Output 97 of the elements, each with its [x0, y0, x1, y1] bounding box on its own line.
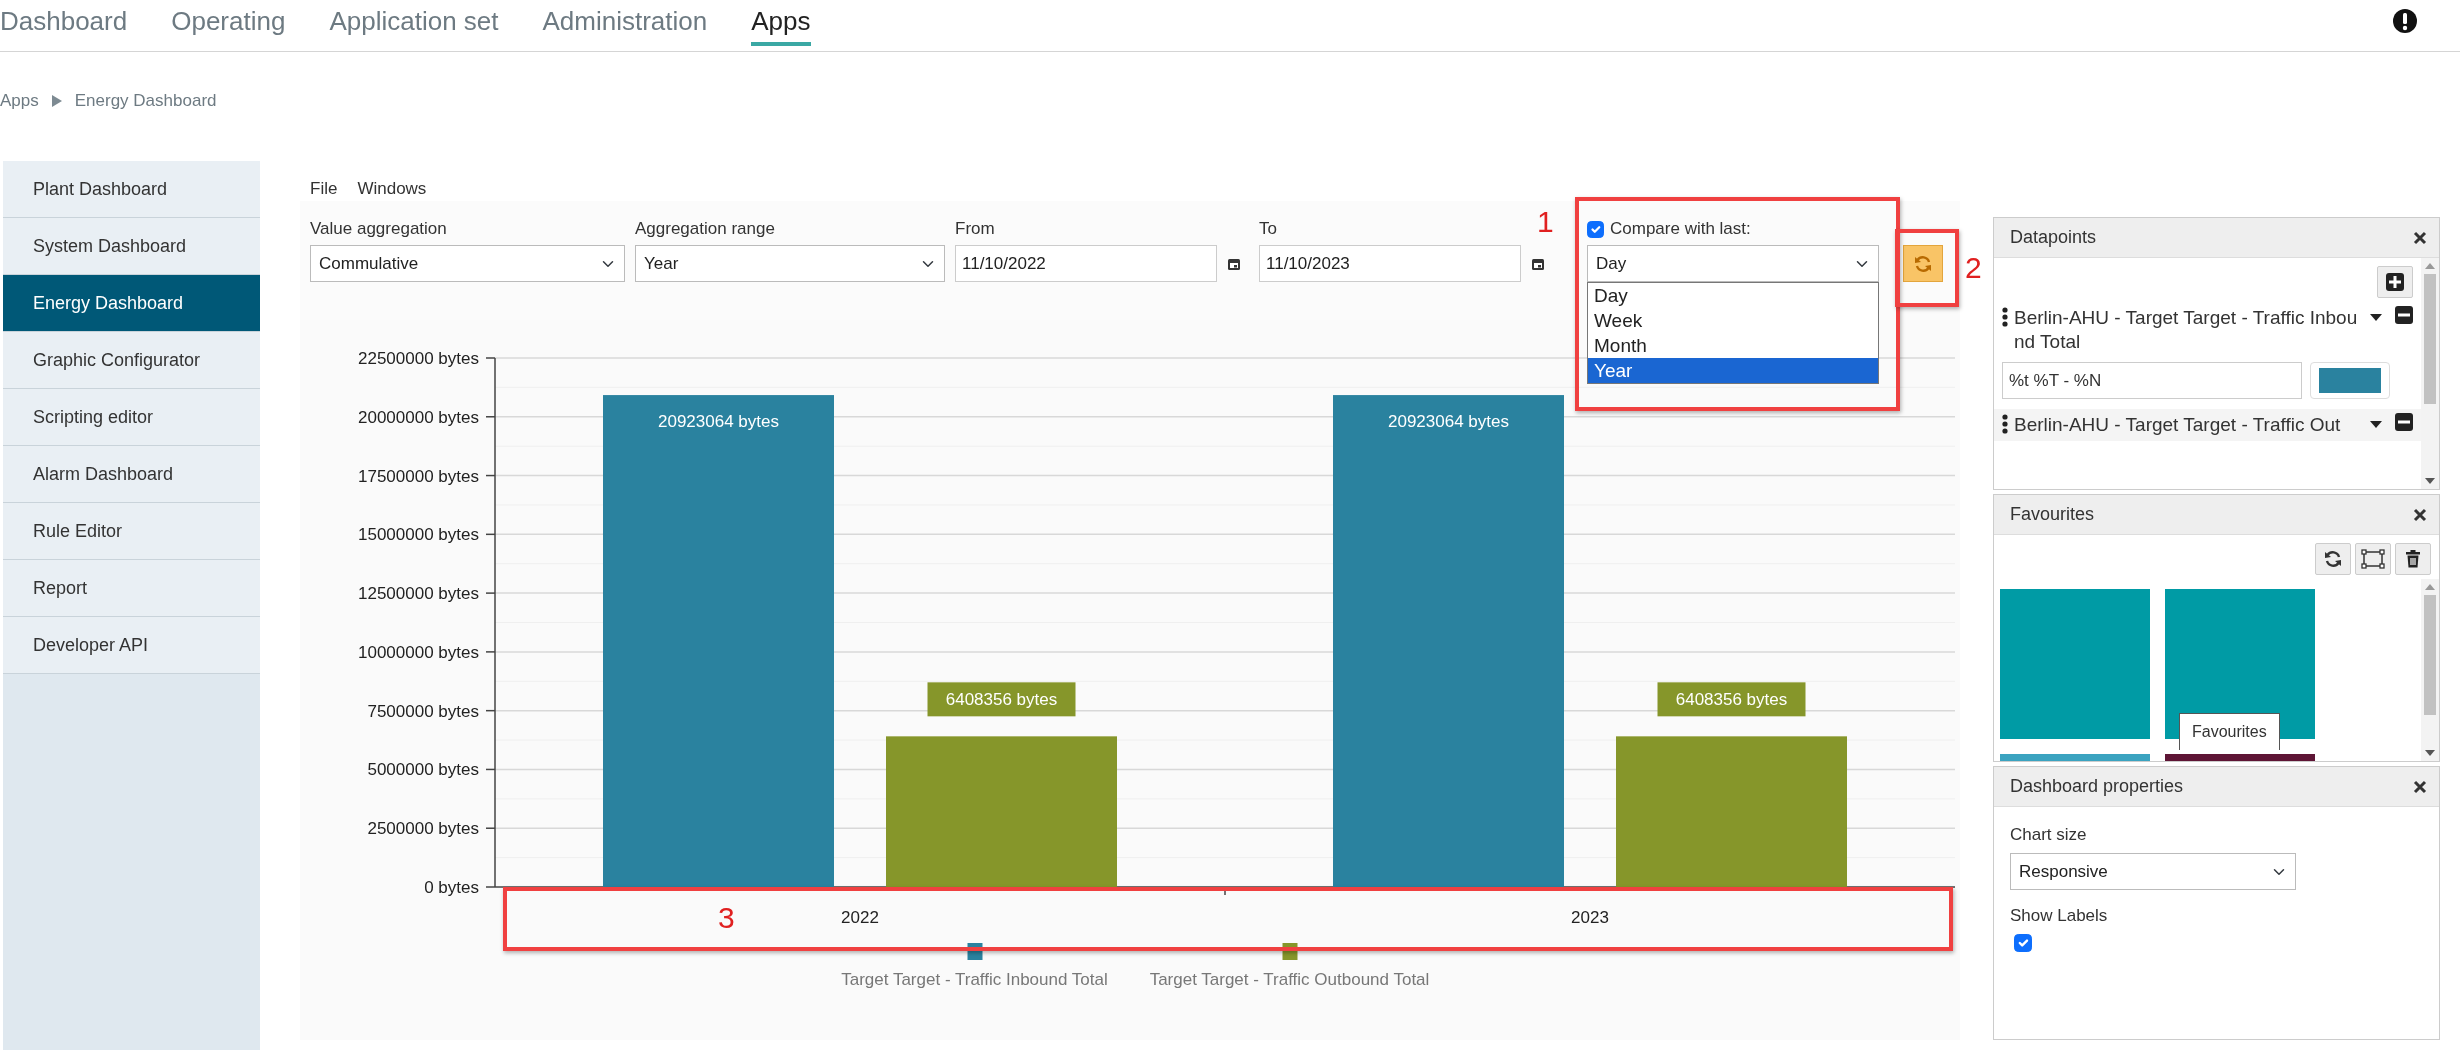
axis-label: 7500000 bytes — [367, 701, 479, 721]
refresh-button[interactable] — [2315, 543, 2351, 575]
dropdown-option[interactable]: Month — [1588, 333, 1878, 358]
legend-item: Target Target - Traffic Outbound Total — [1149, 943, 1430, 989]
sidebar-item[interactable]: System Dashboard — [3, 218, 260, 275]
axis-label: 15000000 bytes — [358, 525, 479, 545]
legend-item: Target Target - Traffic Inbound Total — [841, 943, 1108, 989]
checkbox[interactable] — [1587, 220, 1604, 238]
legend-label: Target Target - Traffic Inbound Total — [841, 970, 1108, 989]
close-icon[interactable] — [2413, 779, 2427, 794]
field-label: From — [955, 219, 996, 239]
remove-icon[interactable] — [2395, 306, 2413, 324]
field-label: Aggregation range — [635, 219, 776, 239]
scroll-down-icon[interactable] — [2424, 749, 2436, 757]
data-label: 6408356 bytes — [927, 682, 1076, 717]
sidebar-item[interactable]: Alarm Dashboard — [3, 446, 260, 503]
data-label: 6408356 bytes — [1657, 682, 1806, 717]
datapoint-name: Berlin-AHU - Target Target - Traffic Out — [2014, 413, 2342, 437]
field-label: Chart size — [2010, 825, 2088, 845]
refresh-icon — [2323, 549, 2343, 569]
sidebar-item[interactable]: Report — [3, 560, 260, 617]
axis-label: 2022 — [841, 908, 879, 927]
field-label: Show Labels — [2010, 906, 2109, 926]
scroll-down-icon[interactable] — [2424, 477, 2436, 485]
scroll-up-icon[interactable] — [2424, 262, 2436, 270]
legend-label: Target Target - Traffic Outbound Total — [1149, 970, 1430, 989]
axis-label: 12500000 bytes — [358, 584, 479, 604]
calendar-icon[interactable] — [1227, 256, 1241, 271]
annotation-number: 3 — [718, 903, 735, 933]
panel-title: Favourites — [2010, 503, 2095, 526]
nav-tab[interactable]: Application set — [329, 0, 499, 46]
frame-icon — [2361, 549, 2385, 569]
color-picker-button[interactable] — [2310, 362, 2390, 399]
nav-tab[interactable]: Administration — [542, 0, 708, 46]
drag-handle-icon[interactable] — [2002, 413, 2008, 435]
axis-label: 2023 — [1571, 908, 1609, 927]
nav-tab[interactable]: Operating — [171, 0, 286, 46]
field-label: Value aggregation — [310, 219, 448, 239]
calendar-icon[interactable] — [1531, 256, 1545, 271]
nav-tab[interactable]: Apps — [751, 0, 811, 46]
refresh-icon — [1913, 253, 1933, 274]
axis-label: 5000000 bytes — [367, 760, 479, 780]
nav-tab[interactable]: Dashboard — [0, 0, 128, 46]
plus-icon — [2386, 273, 2404, 291]
checkbox[interactable] — [2014, 934, 2032, 952]
sidebar-item[interactable]: Graphic Configurator — [3, 332, 260, 389]
dropdown-select[interactable]: Responsive — [2010, 853, 2296, 890]
favourite-tile[interactable] — [2000, 589, 2150, 739]
drag-handle-icon[interactable] — [2002, 306, 2008, 328]
data-label: 20923064 bytes — [1388, 412, 1509, 432]
axis-label: 2500000 bytes — [367, 819, 479, 839]
dropdown-select[interactable]: Year — [635, 245, 945, 282]
annotation-number: 2 — [1965, 253, 1982, 283]
checkbox-label: Compare with last: — [1610, 219, 1751, 239]
scroll-up-icon[interactable] — [2424, 583, 2436, 591]
sidebar-item[interactable]: Scripting editor — [3, 389, 260, 446]
data-label: 20923064 bytes — [658, 412, 779, 432]
dropdown-option[interactable]: Year — [1588, 358, 1878, 383]
close-icon[interactable] — [2413, 230, 2427, 245]
sidebar-item[interactable]: Plant Dashboard — [3, 161, 260, 218]
axis-label: 10000000 bytes — [358, 642, 479, 662]
axis-label: 20000000 bytes — [358, 407, 479, 427]
datapoint-name: Berlin-AHU - Target Target - Traffic Inbound Total — [2014, 306, 2359, 354]
menu-item[interactable]: File — [310, 175, 338, 201]
annotation-number: 1 — [1537, 207, 1554, 237]
field-label: To — [1259, 219, 1278, 239]
add-button[interactable] — [2377, 266, 2413, 298]
scrollbar-thumb[interactable] — [2424, 274, 2436, 404]
menu-item[interactable]: Windows — [357, 175, 427, 201]
alert-icon — [2392, 8, 2418, 34]
breadcrumb-link[interactable]: Energy Dashboard — [74, 87, 217, 114]
caret-icon[interactable] — [2369, 312, 2383, 322]
sidebar-item[interactable]: Rule Editor — [3, 503, 260, 560]
delete-button[interactable] — [2395, 543, 2431, 575]
sidebar-item[interactable]: Energy Dashboard — [3, 275, 260, 332]
axis-label: 17500000 bytes — [358, 466, 479, 486]
breadcrumb-link[interactable]: Apps — [0, 87, 39, 114]
tooltip: Favourites — [2179, 713, 2280, 750]
format-field[interactable]: %t %T - %N — [2002, 362, 2302, 399]
scrollbar-thumb[interactable] — [2424, 595, 2436, 715]
breadcrumb-separator-icon — [50, 93, 63, 108]
panel-title: Dashboard properties — [2010, 775, 2184, 798]
dropdown-option[interactable]: Week — [1588, 308, 1878, 333]
dropdown-select[interactable]: Day — [1587, 245, 1879, 282]
panel-title: Datapoints — [2010, 226, 2097, 249]
trash-icon — [2405, 550, 2421, 568]
sidebar-item[interactable]: Developer API — [3, 617, 260, 674]
axis-label: 0 bytes — [424, 878, 479, 897]
caret-icon[interactable] — [2369, 419, 2383, 429]
date-field[interactable]: 11/10/2022 — [955, 245, 1217, 282]
axis-label: 22500000 bytes — [358, 349, 479, 368]
dropdown-select[interactable]: Commulative — [310, 245, 625, 282]
remove-icon[interactable] — [2395, 413, 2413, 431]
close-icon[interactable] — [2413, 507, 2427, 522]
fit-button[interactable] — [2355, 543, 2391, 575]
dropdown-option[interactable]: Day — [1588, 283, 1878, 308]
date-field[interactable]: 11/10/2023 — [1259, 245, 1521, 282]
